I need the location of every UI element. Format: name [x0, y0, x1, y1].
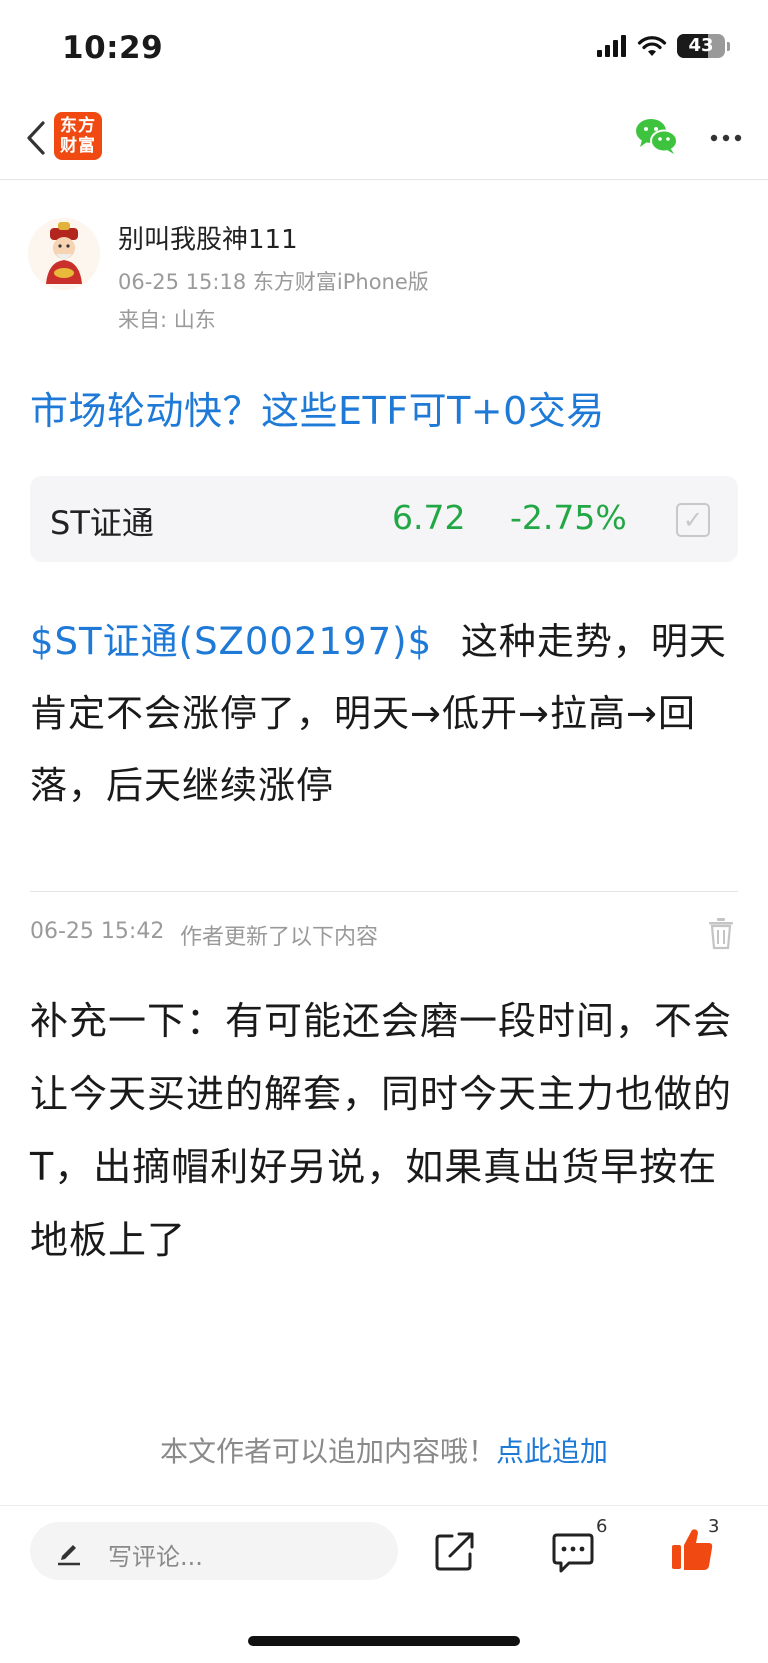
comment-placeholder: 写评论...: [108, 1543, 203, 1571]
append-hint-text: 本文作者可以追加内容哦！: [159, 1435, 496, 1468]
comments-count: 6: [596, 1516, 608, 1537]
wifi-icon: [637, 36, 667, 56]
chevron-left-icon: [27, 121, 45, 155]
add-to-watchlist-checkbox[interactable]: ✓: [676, 503, 710, 537]
update-body: 补充一下：有可能还会磨一段时间，不会让今天买进的解套，同时今天主力也做的T，出摘…: [30, 999, 733, 1262]
append-hint: 本文作者可以追加内容哦！点此追加: [0, 1430, 768, 1470]
share-icon[interactable]: [434, 1530, 476, 1572]
battery-cap: [727, 41, 730, 51]
nav-bar: 东方 财富: [0, 96, 768, 180]
more-options-button[interactable]: [704, 118, 748, 158]
author-name[interactable]: 别叫我股神111: [118, 219, 298, 256]
logo-line1: 东方: [60, 116, 96, 136]
stock-change: -2.75%: [510, 498, 627, 537]
post-title-ad-link[interactable]: 市场轮动快？这些ETF可T+0交易: [30, 380, 605, 435]
status-bar: 10:29 43: [0, 0, 768, 96]
update-time: 06-25 15:42: [30, 919, 165, 944]
status-time: 10:29: [62, 30, 164, 66]
post-detail-screen: 10:29 43 东方 财富 别叫我股神111 06-25 15:18 东方财富…: [0, 0, 768, 1663]
cellular-signal-icon: [597, 35, 626, 57]
stock-price: 6.72: [392, 498, 466, 537]
avatar-god-of-wealth-icon: [28, 218, 100, 290]
post-body: $ST证通(SZ002197)$ 这种走势，明天肯定不会涨停了，明天→低开→拉高…: [30, 606, 740, 822]
logo-line2: 财富: [60, 136, 96, 156]
stock-quote-card[interactable]: ST证通 6.72 -2.75% ✓: [30, 476, 738, 562]
update-divider: [30, 891, 738, 892]
stock-mention-link[interactable]: $ST证通(SZ002197)$: [30, 620, 432, 663]
wechat-share-icon[interactable]: [634, 116, 680, 156]
status-icons: 43: [597, 34, 730, 58]
post-location: 来自: 山东: [118, 308, 216, 332]
append-content-link[interactable]: 点此追加: [496, 1435, 608, 1468]
pen-icon: [58, 1545, 80, 1566]
more-dots-icon: [710, 134, 742, 142]
battery-icon: 43: [677, 34, 725, 58]
comment-input[interactable]: 写评论...: [30, 1522, 398, 1580]
likes-count: 3: [708, 1516, 720, 1537]
back-button[interactable]: [16, 114, 56, 162]
stock-name: ST证通: [50, 504, 154, 542]
app-logo[interactable]: 东方 财富: [54, 112, 102, 160]
bottom-bar-divider: [0, 1505, 768, 1506]
comment-bubble-icon[interactable]: [551, 1532, 595, 1574]
trash-icon[interactable]: [706, 916, 736, 950]
author-avatar[interactable]: [28, 218, 100, 290]
battery-level: 43: [688, 35, 714, 56]
home-indicator: [248, 1636, 520, 1646]
update-note: 作者更新了以下内容: [180, 925, 379, 950]
post-meta: 06-25 15:18 东方财富iPhone版: [118, 270, 429, 294]
